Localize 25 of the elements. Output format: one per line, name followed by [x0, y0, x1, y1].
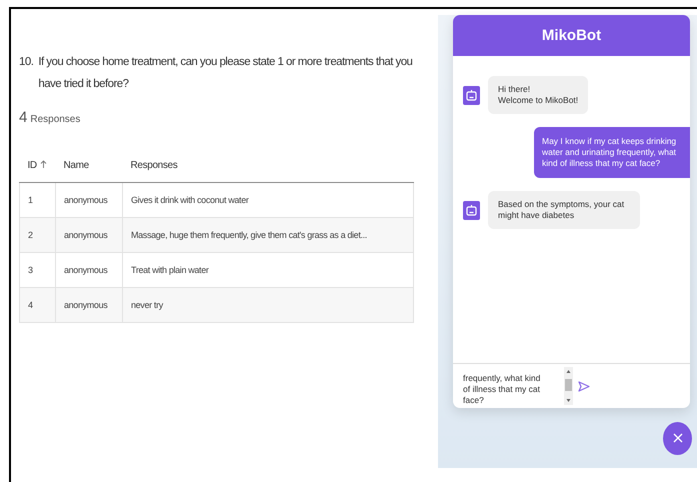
response-count-label: Responses [30, 114, 80, 125]
close-icon[interactable] [672, 433, 682, 443]
scrollbar-icon[interactable] [564, 367, 573, 405]
message-bubble: Hi there! Welcome to MikoBot! [488, 76, 588, 114]
column-header[interactable]: Responses [122, 148, 414, 182]
column-header[interactable]: Name [56, 148, 122, 182]
arrow-up-icon[interactable] [40, 160, 47, 170]
close-button[interactable] [663, 422, 692, 454]
message-bubble: May I know if my cat keeps drinking water and urinating frequently, what kind of illness that my cat face? [534, 127, 690, 178]
table-cell: Massage, huge them frequently, give them cat's grass as a diet... [122, 218, 414, 252]
table-cell: anonymous [56, 288, 122, 322]
robot-icon [463, 200, 480, 220]
message-bubble: Based on the symptoms, your cat might have diabetes [488, 191, 640, 229]
column-header[interactable]: ID [28, 160, 37, 170]
table-cell: never try [122, 288, 414, 322]
response-count: 4 [19, 109, 28, 126]
robot-icon [463, 86, 480, 104]
question-number: 10. [19, 55, 34, 70]
table-cell: 2 [20, 218, 56, 252]
chat-title: MikoBot [542, 27, 602, 44]
question-text: If you choose home treatment, can you please state 1 or more treatments that you have tried it before? [38, 55, 414, 92]
message-field[interactable]: frequently, what kind of illness that my cat face? [463, 372, 549, 406]
table-cell: anonymous [56, 218, 122, 252]
send-icon[interactable] [578, 380, 590, 392]
table-cell: 4 [20, 288, 56, 322]
